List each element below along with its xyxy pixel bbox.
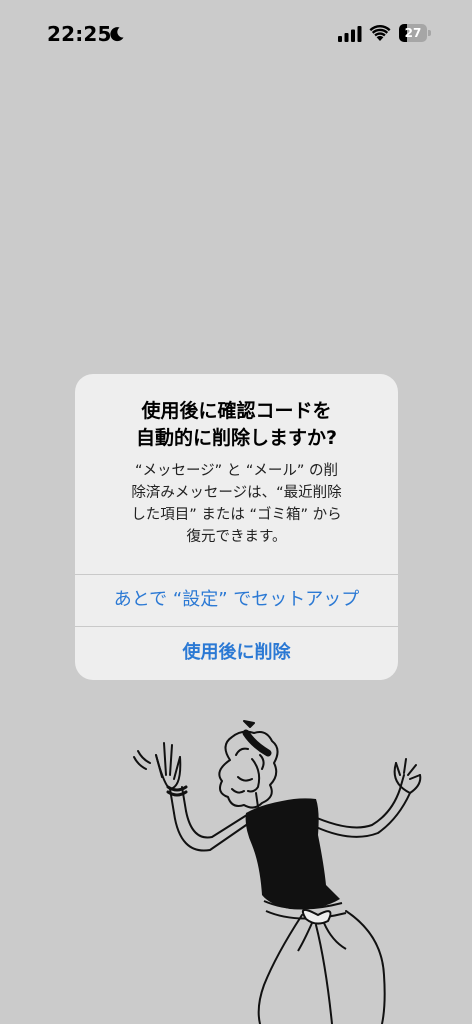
battery-cap bbox=[428, 30, 431, 36]
delete-after-use-button[interactable]: 使用後に削除 bbox=[75, 627, 398, 679]
battery-level-text: 27 bbox=[404, 26, 422, 40]
alert-message-line: “メッセージ” と “メール” の削 bbox=[134, 463, 339, 479]
dancing-woman-illustration bbox=[133, 720, 422, 1024]
moon-icon bbox=[110, 27, 124, 42]
battery-body: 27 bbox=[399, 24, 427, 42]
status-bar: 22:25 27 bbox=[0, 0, 472, 70]
cellular-signal-icon bbox=[338, 26, 362, 42]
delete-codes-alert: 使用後に確認コードを 自動的に削除しますか? “メッセージ” と “メール” の… bbox=[75, 374, 398, 680]
alert-title-line: 自動的に削除しますか? bbox=[135, 427, 338, 449]
alert-message-line: 除済みメッセージは、“最近削除 bbox=[131, 485, 342, 501]
set-up-later-button[interactable]: あとで “設定” でセットアップ bbox=[75, 574, 398, 626]
alert-message: “メッセージ” と “メール” の削 除済みメッセージは、“最近削除 した項目”… bbox=[113, 460, 360, 548]
alert-message-line: した項目” または “ゴミ箱” から bbox=[131, 507, 342, 523]
lock-screen-background: 22:25 27 使用後に確認コードを 自動的に削除しますか? “メッセージ” … bbox=[0, 0, 472, 1024]
alert-title-line: 使用後に確認コードを bbox=[141, 400, 332, 422]
alert-title: 使用後に確認コードを 自動的に削除しますか? bbox=[87, 398, 386, 452]
battery-icon: 27 bbox=[399, 24, 432, 42]
status-time: 22:25 bbox=[47, 22, 112, 46]
alert-message-line: 復元できます。 bbox=[186, 529, 287, 545]
wifi-icon bbox=[369, 25, 391, 41]
